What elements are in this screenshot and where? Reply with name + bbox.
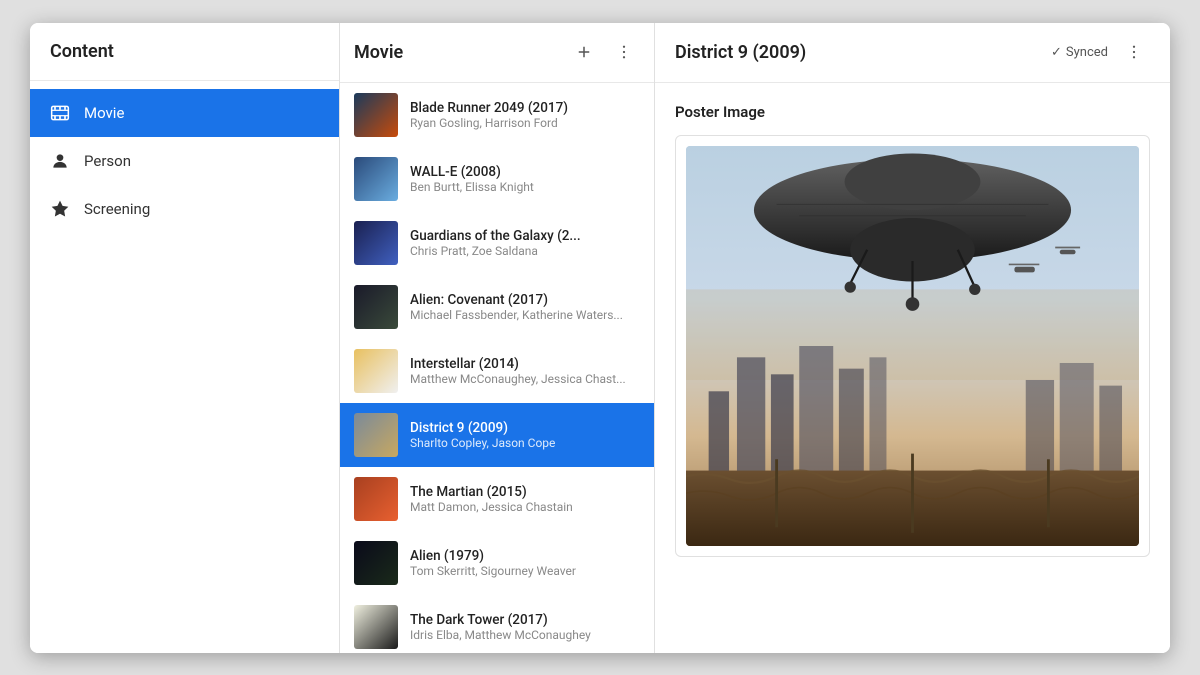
movie-cast-alien79: Tom Skerritt, Sigourney Weaver	[410, 564, 640, 578]
movie-list: Blade Runner 2049 (2017) Ryan Gosling, H…	[340, 83, 654, 653]
movie-cast-guardians: Chris Pratt, Zoe Saldana	[410, 244, 640, 258]
movie-thumb-martian	[354, 477, 398, 521]
movie-thumb-district9	[354, 413, 398, 457]
sidebar-item-person[interactable]: Person	[30, 137, 339, 185]
film-icon	[50, 103, 70, 123]
sidebar-items: Movie Person Screening	[30, 81, 339, 233]
movie-item-alien79[interactable]: Alien (1979) Tom Skerritt, Sigourney Wea…	[340, 531, 654, 595]
movie-item-blade-runner[interactable]: Blade Runner 2049 (2017) Ryan Gosling, H…	[340, 83, 654, 147]
movie-thumb-guardians	[354, 221, 398, 265]
movie-cast-district9: Sharlto Copley, Jason Cope	[410, 436, 640, 450]
sync-check-icon: ✓	[1051, 45, 1062, 60]
movie-title-alien79: Alien (1979)	[410, 548, 640, 564]
movie-info-district9: District 9 (2009) Sharlto Copley, Jason …	[410, 420, 640, 450]
star-icon	[50, 199, 70, 219]
movie-panel: Movie Blade Runner 2049 (2017) Ryan Gosl…	[340, 23, 655, 653]
movie-item-guardians[interactable]: Guardians of the Galaxy (2... Chris Prat…	[340, 211, 654, 275]
movie-title-interstellar: Interstellar (2014)	[410, 356, 640, 372]
movie-item-alien-covenant[interactable]: Alien: Covenant (2017) Michael Fassbende…	[340, 275, 654, 339]
sidebar-item-screening[interactable]: Screening	[30, 185, 339, 233]
person-icon	[50, 151, 70, 171]
movie-item-dark-tower[interactable]: The Dark Tower (2017) Idris Elba, Matthe…	[340, 595, 654, 653]
movie-cast-wall-e: Ben Burtt, Elissa Knight	[410, 180, 640, 194]
detail-header: District 9 (2009) ✓ Synced	[655, 23, 1170, 83]
detail-title: District 9 (2009)	[675, 42, 1041, 63]
movie-title-guardians: Guardians of the Galaxy (2...	[410, 228, 640, 244]
sync-status: ✓ Synced	[1051, 45, 1108, 60]
movie-cast-martian: Matt Damon, Jessica Chastain	[410, 500, 640, 514]
sidebar-item-person-label: Person	[84, 152, 131, 170]
movie-info-wall-e: WALL-E (2008) Ben Burtt, Elissa Knight	[410, 164, 640, 194]
detail-more-button[interactable]	[1118, 36, 1150, 68]
movie-thumb-blade-runner	[354, 93, 398, 137]
app-window: Content Movie	[30, 23, 1170, 653]
movie-item-wall-e[interactable]: WALL-E (2008) Ben Burtt, Elissa Knight ✎	[340, 147, 654, 211]
sidebar-item-movie-label: Movie	[84, 104, 124, 122]
movie-thumb-dark-tower	[354, 605, 398, 649]
movie-title-martian: The Martian (2015)	[410, 484, 640, 500]
movie-panel-header: Movie	[340, 23, 654, 83]
movie-cast-dark-tower: Idris Elba, Matthew McConaughey	[410, 628, 640, 642]
movie-title-blade-runner: Blade Runner 2049 (2017)	[410, 100, 640, 116]
movie-info-interstellar: Interstellar (2014) Matthew McConaughey,…	[410, 356, 640, 386]
movie-thumb-alien-covenant	[354, 285, 398, 329]
movie-cast-alien-covenant: Michael Fassbender, Katherine Waters...	[410, 308, 640, 322]
poster-container	[675, 135, 1150, 557]
sidebar: Content Movie	[30, 23, 340, 653]
movie-title-wall-e: WALL-E (2008)	[410, 164, 640, 180]
sidebar-item-movie[interactable]: Movie	[30, 89, 339, 137]
detail-body: Poster Image	[655, 83, 1170, 653]
movie-info-dark-tower: The Dark Tower (2017) Idris Elba, Matthe…	[410, 612, 640, 642]
sidebar-item-screening-label: Screening	[84, 200, 150, 218]
movie-info-blade-runner: Blade Runner 2049 (2017) Ryan Gosling, H…	[410, 100, 640, 130]
movie-thumb-interstellar	[354, 349, 398, 393]
movie-item-district9[interactable]: District 9 (2009) Sharlto Copley, Jason …	[340, 403, 654, 467]
movie-cast-interstellar: Matthew McConaughey, Jessica Chast...	[410, 372, 640, 386]
movie-cast-blade-runner: Ryan Gosling, Harrison Ford	[410, 116, 640, 130]
movie-panel-title: Movie	[354, 42, 560, 63]
poster-section-label: Poster Image	[675, 103, 1150, 121]
movie-info-guardians: Guardians of the Galaxy (2... Chris Prat…	[410, 228, 640, 258]
movie-thumb-wall-e	[354, 157, 398, 201]
movie-title-alien-covenant: Alien: Covenant (2017)	[410, 292, 640, 308]
movie-info-martian: The Martian (2015) Matt Damon, Jessica C…	[410, 484, 640, 514]
movie-info-alien-covenant: Alien: Covenant (2017) Michael Fassbende…	[410, 292, 640, 322]
movie-thumb-alien79	[354, 541, 398, 585]
add-movie-button[interactable]	[568, 36, 600, 68]
movie-info-alien79: Alien (1979) Tom Skerritt, Sigourney Wea…	[410, 548, 640, 578]
detail-panel: District 9 (2009) ✓ Synced Poster Image	[655, 23, 1170, 653]
movie-item-martian[interactable]: The Martian (2015) Matt Damon, Jessica C…	[340, 467, 654, 531]
sync-status-label: Synced	[1066, 45, 1108, 60]
movie-title-dark-tower: The Dark Tower (2017)	[410, 612, 640, 628]
sidebar-header: Content	[30, 23, 339, 81]
movie-panel-more-button[interactable]	[608, 36, 640, 68]
movie-title-district9: District 9 (2009)	[410, 420, 640, 436]
poster-image	[686, 146, 1139, 546]
movie-item-interstellar[interactable]: Interstellar (2014) Matthew McConaughey,…	[340, 339, 654, 403]
